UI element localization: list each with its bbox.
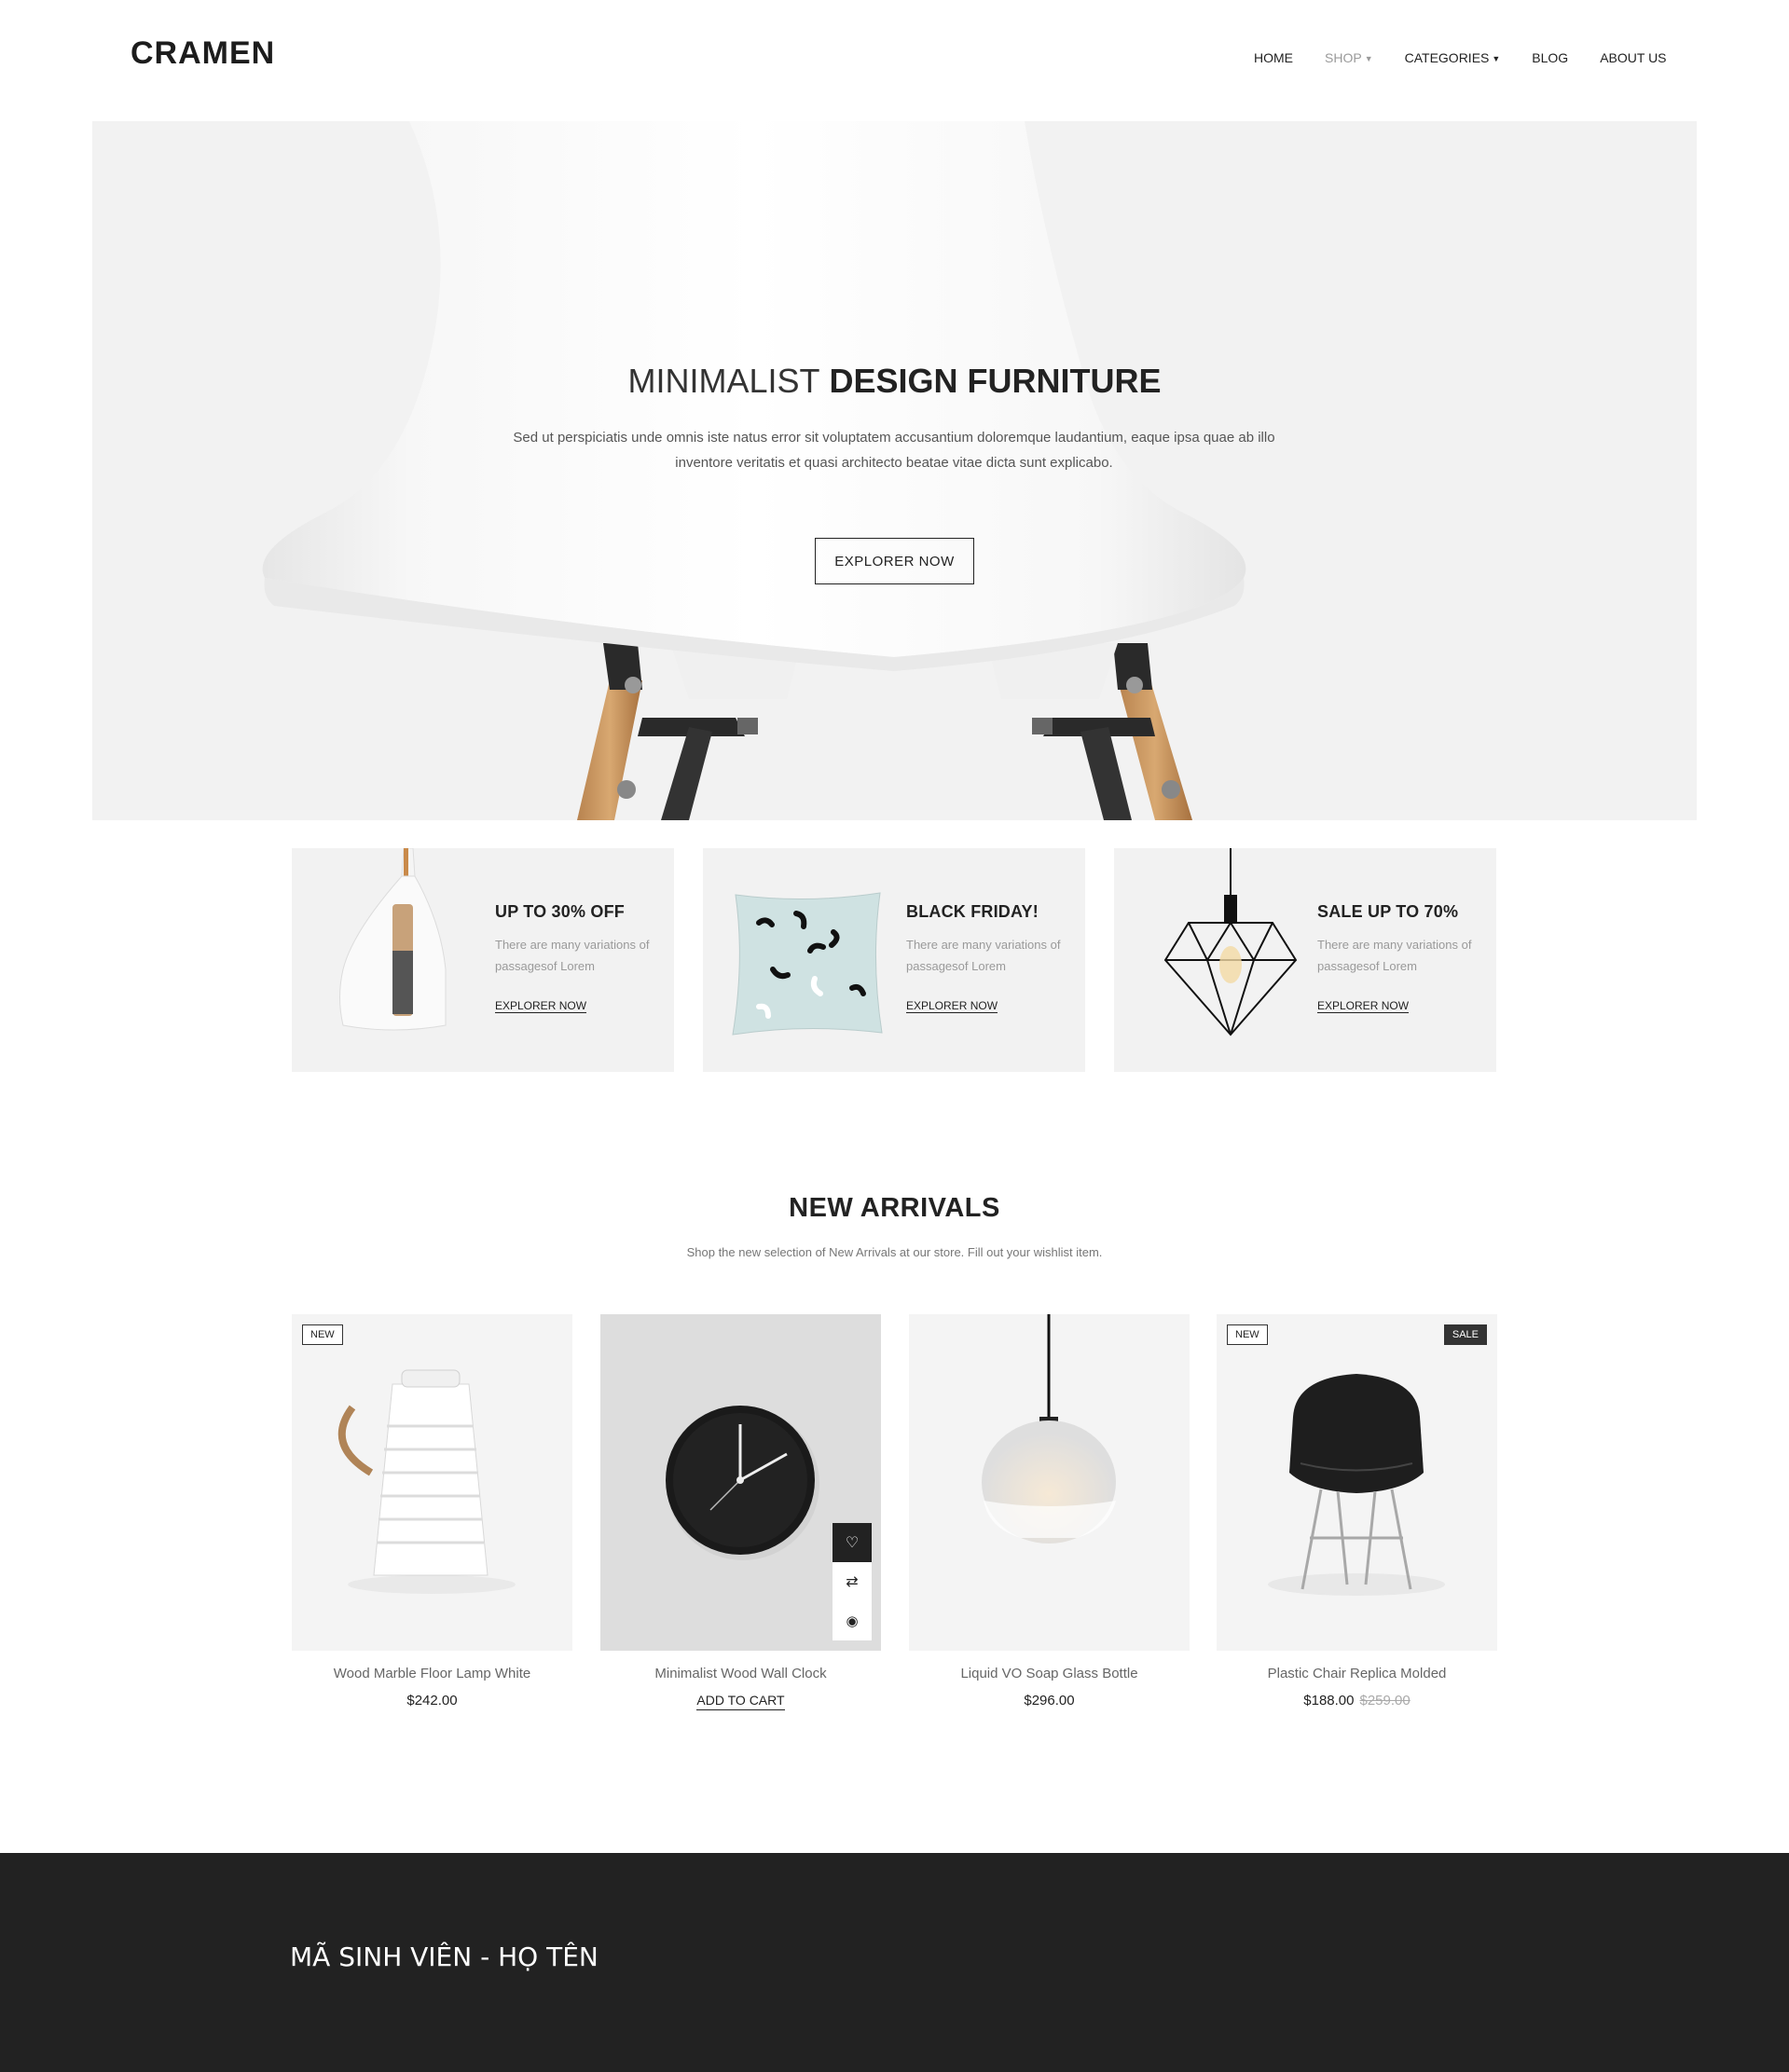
product-image-frame[interactable]: NEW xyxy=(292,1314,572,1651)
hero-banner: MINIMALIST DESIGN FURNITURE Sed ut persp… xyxy=(92,121,1697,820)
explorer-now-button[interactable]: EXPLORER NOW xyxy=(815,538,974,584)
new-arrivals-title: NEW ARRIVALS xyxy=(789,1193,1000,1223)
pillow-image xyxy=(732,892,883,1036)
caret-down-icon: ▼ xyxy=(1364,54,1373,63)
site-header: CRAMEN HOME SHOP ▼ CATEGORIES ▼ BLOG ABOUT… xyxy=(0,0,1789,121)
dustpan-brush-image xyxy=(339,848,447,1031)
product-price: $296.00 xyxy=(1024,1693,1075,1708)
product-price: $242.00 xyxy=(406,1693,458,1708)
promo-card-sale-70[interactable]: SALE UP TO 70% There are many variations… xyxy=(1114,848,1496,1072)
product-card[interactable]: ♡ ⇄ ◉ Minimalist Wood Wall Clock ADD TO … xyxy=(600,1314,881,1710)
hero-title-light: MINIMALIST xyxy=(627,362,820,400)
product-actions: ♡ ⇄ ◉ xyxy=(833,1523,872,1640)
promo-title: SALE UP TO 70% xyxy=(1317,902,1459,921)
nav-item-shop[interactable]: SHOP ▼ xyxy=(1325,50,1373,65)
promo-explorer-link[interactable]: EXPLORER NOW xyxy=(1317,999,1409,1012)
promo-card-30-off[interactable]: UP TO 30% OFF There are many variations … xyxy=(292,848,674,1072)
product-name[interactable]: Minimalist Wood Wall Clock xyxy=(600,1666,881,1681)
product-image-frame[interactable]: ♡ ⇄ ◉ xyxy=(600,1314,881,1651)
new-badge: NEW xyxy=(302,1324,343,1345)
product-old-price: $259.00 xyxy=(1359,1693,1411,1708)
product-card[interactable]: NEW SALE Plastic Chair Replica Molded $1… xyxy=(1217,1314,1497,1708)
main-nav: HOME SHOP ▼ CATEGORIES ▼ BLOG ABOUT US xyxy=(1254,50,1699,65)
compare-button[interactable]: ⇄ xyxy=(833,1562,872,1601)
hero-description: Sed ut perspiciatis unde omnis iste natu… xyxy=(513,430,1275,471)
nav-item-about-us[interactable]: ABOUT US xyxy=(1600,50,1666,65)
product-image-frame[interactable] xyxy=(909,1314,1190,1651)
product-card[interactable]: Liquid VO Soap Glass Bottle $296.00 xyxy=(909,1314,1190,1708)
product-name[interactable]: Liquid VO Soap Glass Bottle xyxy=(909,1666,1190,1681)
product-name[interactable]: Plastic Chair Replica Molded xyxy=(1217,1666,1497,1681)
hero-title: MINIMALIST DESIGN FURNITURE xyxy=(92,362,1697,401)
eye-icon: ◉ xyxy=(846,1613,859,1629)
nav-label: SHOP xyxy=(1325,50,1362,65)
wire-pendant-lamp-image xyxy=(1163,848,1298,1036)
product-price: $188.00 xyxy=(1303,1693,1355,1708)
compare-icon: ⇄ xyxy=(846,1574,859,1590)
glass-pendant-lamp-image xyxy=(982,1314,1116,1544)
promo-card-black-friday[interactable]: BLACK FRIDAY! There are many variations … xyxy=(703,848,1085,1072)
white-lantern-image xyxy=(337,1369,516,1594)
promo-explorer-link[interactable]: EXPLORER NOW xyxy=(495,999,586,1012)
nav-label: BLOG xyxy=(1532,50,1569,65)
new-arrivals-subtitle: Shop the new selection of New Arrivals a… xyxy=(686,1245,1103,1259)
sale-badge: SALE xyxy=(1443,1324,1487,1345)
promo-description: There are many variations of passagesof … xyxy=(495,938,650,973)
promo-description: There are many variations of passagesof … xyxy=(906,938,1061,973)
wishlist-button[interactable]: ♡ xyxy=(833,1523,872,1562)
product-image-frame[interactable]: NEW SALE xyxy=(1217,1314,1497,1651)
caret-down-icon: ▼ xyxy=(1492,54,1501,63)
promo-explorer-link[interactable]: EXPLORER NOW xyxy=(906,999,998,1012)
black-chair-image xyxy=(1268,1374,1445,1596)
heart-icon: ♡ xyxy=(845,1535,860,1551)
nav-item-blog[interactable]: BLOG xyxy=(1532,50,1568,65)
product-card[interactable]: NEW Wood Marble Floor Lamp White $242.00 xyxy=(292,1314,572,1708)
product-name[interactable]: Wood Marble Floor Lamp White xyxy=(292,1666,572,1681)
quick-view-button[interactable]: ◉ xyxy=(833,1601,872,1640)
promo-title: BLACK FRIDAY! xyxy=(906,902,1039,921)
footer-student-info: MÃ SINH VIÊN - HỌ TÊN xyxy=(290,1942,599,1972)
promo-description: There are many variations of passagesof … xyxy=(1317,938,1472,973)
nav-item-categories[interactable]: CATEGORIES ▼ xyxy=(1405,50,1501,65)
nav-label: ABOUT US xyxy=(1600,50,1667,65)
add-to-cart-wrap: ADD TO CART xyxy=(600,1693,881,1710)
site-logo[interactable]: CRAMEN xyxy=(131,35,275,72)
site-footer: MÃ SINH VIÊN - HỌ TÊN xyxy=(0,1853,1789,2072)
nav-item-home[interactable]: HOME xyxy=(1254,50,1293,65)
promo-title: UP TO 30% OFF xyxy=(495,902,625,921)
nav-label: HOME xyxy=(1254,50,1293,65)
add-to-cart-link[interactable]: ADD TO CART xyxy=(696,1693,785,1710)
product-price-wrap: $188.00 $259.00 xyxy=(1217,1693,1497,1708)
hero-title-bold: DESIGN FURNITURE xyxy=(829,362,1162,400)
nav-label: CATEGORIES xyxy=(1404,50,1490,65)
new-badge: NEW xyxy=(1227,1324,1268,1345)
